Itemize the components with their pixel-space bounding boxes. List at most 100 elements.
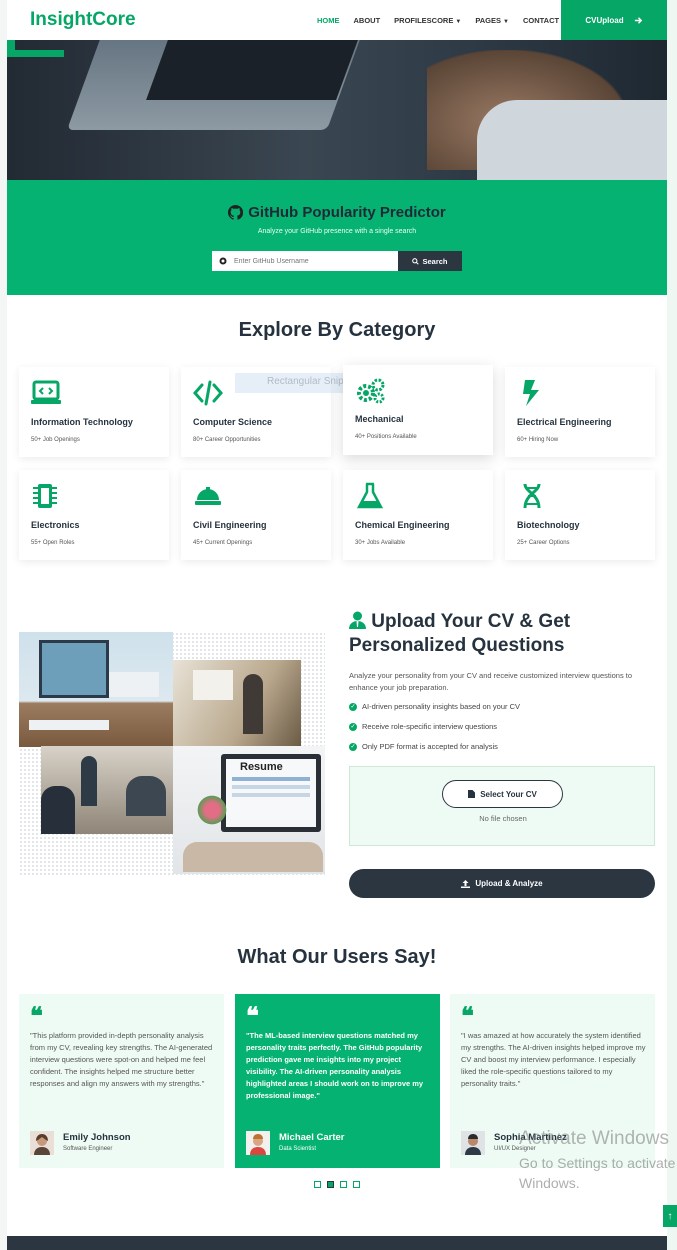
resume-line (232, 785, 310, 789)
quote-icon: ❝ (30, 1001, 43, 1030)
person-shape (126, 776, 166, 816)
category-subtitle: 60+ Hiring Now (517, 437, 559, 443)
flowers-shape (197, 792, 227, 828)
meeting-photo (173, 660, 301, 746)
testimonial-text: "I was amazed at how accurately the syst… (461, 1031, 646, 1088)
person-shape (243, 674, 263, 734)
file-icon (468, 790, 476, 798)
nav-item-profilescore-label: PROFILESCORE (394, 15, 454, 25)
carousel-dot[interactable] (314, 1181, 321, 1188)
github-username-input[interactable] (234, 257, 394, 265)
select-cv-label: Select Your CV (480, 789, 537, 799)
category-card-civil-engineering[interactable]: Civil Engineering 45+ Current Openings (181, 470, 331, 560)
person-shape (41, 786, 75, 834)
testimonial-name: Emily Johnson (63, 1132, 131, 1143)
category-title: Electrical Engineering (517, 417, 612, 427)
category-card-electrical-engineering[interactable]: Electrical Engineering 60+ Hiring Now (505, 367, 655, 457)
chevron-down-icon: ▼ (455, 18, 462, 25)
avatar (246, 1131, 270, 1155)
category-card-information-technology[interactable]: Information Technology 50+ Job Openings (19, 367, 169, 457)
category-subtitle: 55+ Open Roles (31, 540, 75, 546)
nav-item-contact[interactable]: CONTACT (523, 16, 559, 25)
category-subtitle: 50+ Job Openings (31, 437, 80, 443)
check-item: ✓ Only PDF format is accepted for analysi… (349, 742, 498, 751)
bolt-icon (523, 380, 539, 406)
nav-item-pages-label: PAGES (475, 15, 502, 25)
testimonial-text: "This platform provided in-depth persona… (30, 1031, 213, 1088)
check-item: ✓ AI-driven personality insights based on… (349, 702, 520, 711)
github-predictor-section: GitHub Popularity Predictor Analyze your… (7, 180, 667, 295)
github-search-button[interactable]: Search (398, 251, 462, 271)
github-search-field (212, 251, 398, 271)
arrow-up-icon: ↑ (667, 1210, 673, 1222)
resume-monitor: Resume (221, 754, 321, 832)
chevron-down-icon: ▼ (503, 18, 509, 25)
nav-item-profilescore[interactable]: PROFILESCORE ▼ (394, 16, 461, 25)
quote-icon: ❝ (461, 1001, 474, 1030)
check-circle-icon: ✓ (349, 722, 357, 731)
category-card-mechanical[interactable]: Mechanical 40+ Positions Available (343, 365, 493, 455)
category-subtitle: 45+ Current Openings (193, 540, 253, 546)
hard-hat-icon (195, 487, 221, 505)
cv-upload-button[interactable]: CVUpload (561, 0, 667, 40)
testimonial-card-active: ❝ "The ML-based interview questions matc… (235, 994, 440, 1168)
check-text: Receive role-specific interview question… (362, 722, 498, 731)
check-text: Only PDF format is accepted for analysis (362, 742, 498, 751)
avatar (461, 1131, 485, 1155)
upload-analyze-button[interactable]: Upload & Analyze (349, 869, 655, 898)
category-subtitle: 80+ Career Opportunities (193, 437, 261, 443)
search-icon (412, 257, 420, 265)
resume-screen: Resume (226, 759, 316, 827)
testimonial-role: Software Engineer (63, 1146, 113, 1152)
testimonial-role: Data Scientist (279, 1146, 317, 1152)
category-title: Mechanical (355, 414, 404, 424)
github-search-label: Search (422, 256, 448, 266)
no-file-text: No file chosen (479, 814, 527, 823)
resume-line (232, 777, 310, 781)
upload-title-text: Upload Your CV & Get Personalized Questi… (349, 611, 571, 656)
upload-analyze-label: Upload & Analyze (475, 879, 543, 888)
carousel-dot[interactable] (340, 1181, 347, 1188)
right-edge-strip (667, 0, 677, 1250)
dna-icon (523, 483, 541, 509)
code-icon (193, 380, 223, 406)
category-title: Civil Engineering (193, 520, 267, 530)
resume-photo: Resume (173, 746, 325, 874)
testimonial-name: Michael Carter (279, 1132, 345, 1143)
nav-menu: HOME ABOUT PROFILESCORE ▼ PAGES ▼ CONTACT (317, 0, 559, 40)
gears-icon (357, 378, 385, 404)
carousel-dot-active[interactable] (327, 1181, 334, 1188)
upload-title: Upload Your CV & Get Personalized Questi… (349, 610, 659, 658)
hero-accent-corner (7, 40, 15, 57)
team-photo (41, 746, 173, 834)
select-cv-button[interactable]: Select Your CV (442, 780, 563, 808)
avatar (30, 1131, 54, 1155)
category-card-electronics[interactable]: Electronics 55+ Open Roles (19, 470, 169, 560)
check-item: ✓ Receive role-specific interview questio… (349, 722, 497, 731)
category-title: Computer Science (193, 417, 273, 427)
category-card-chemical-engineering[interactable]: Chemical Engineering 30+ Jobs Available (343, 470, 493, 560)
category-subtitle: 30+ Jobs Available (355, 540, 406, 546)
quote-icon: ❝ (246, 1001, 259, 1030)
laptop-code-icon (31, 380, 61, 404)
hero-image (7, 40, 667, 180)
carousel-dot[interactable] (353, 1181, 360, 1188)
categories-title: Explore By Category (238, 319, 436, 341)
category-title: Electronics (31, 520, 80, 530)
upload-description: Analyze your personality from your CV an… (349, 671, 633, 692)
check-circle-icon: ✓ (349, 742, 357, 751)
brand-logo[interactable]: InsightCore (30, 9, 136, 31)
person-shape (81, 756, 97, 806)
hero-shirt-shape (477, 100, 667, 180)
github-icon (228, 205, 244, 220)
back-to-top-button[interactable]: ↑ (663, 1205, 677, 1227)
category-card-biotechnology[interactable]: Biotechnology 25+ Career Options (505, 470, 655, 560)
nav-item-home[interactable]: HOME (317, 16, 340, 25)
page: InsightCore HOME ABOUT PROFILESCORE ▼ PAG… (7, 0, 667, 1250)
nav-item-pages[interactable]: PAGES ▼ (475, 16, 509, 25)
navbar: InsightCore HOME ABOUT PROFILESCORE ▼ PAG… (7, 0, 667, 40)
microchip-icon (33, 484, 57, 508)
nav-item-about[interactable]: ABOUT (354, 16, 381, 25)
github-small-icon (212, 252, 234, 270)
category-title: Chemical Engineering (355, 520, 450, 530)
